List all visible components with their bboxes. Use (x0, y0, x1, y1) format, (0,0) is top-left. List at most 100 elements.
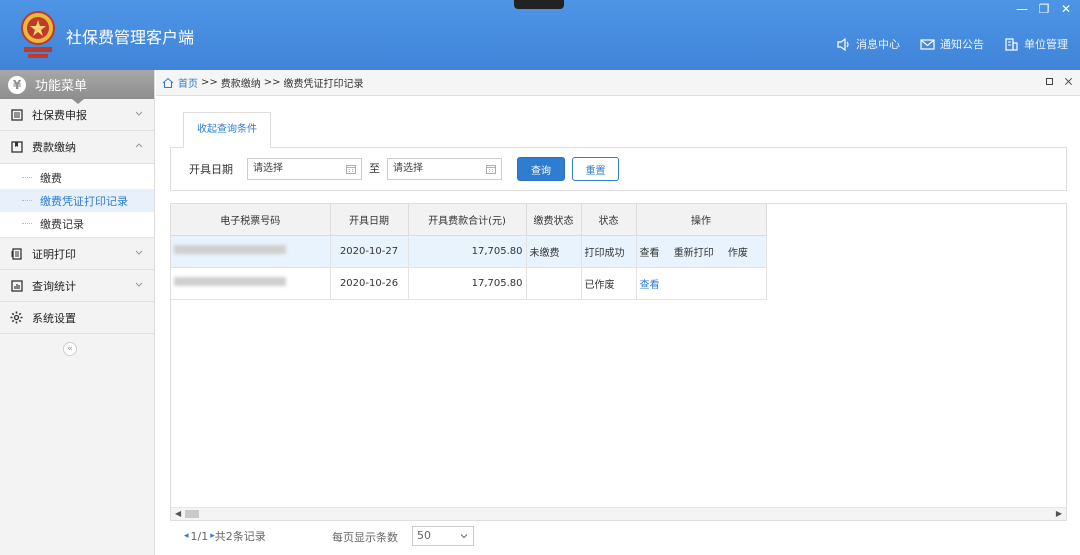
redacted-ticket-number (174, 245, 286, 254)
to-label: 至 (369, 162, 380, 175)
status-cell: 已作废 (581, 267, 637, 300)
chevron-down-icon (135, 250, 143, 255)
notice-label: 通知公告 (940, 38, 984, 51)
column-header: 状态 (581, 204, 637, 236)
collapse-sidebar-button[interactable]: « (63, 342, 77, 356)
status-cell: 打印成功 (581, 235, 637, 268)
sidebar-subitem-payment-records[interactable]: 缴费记录 (0, 212, 154, 235)
building-icon (1005, 37, 1018, 51)
reset-button[interactable]: 重置 (572, 157, 619, 181)
sidebar-item-system-settings[interactable]: 系统设置 (0, 302, 154, 334)
breadcrumb-item-payment: 费款缴纳 (220, 79, 261, 90)
scroll-left-arrow[interactable]: ◀ (175, 509, 181, 518)
main-content: 首页 >> 费款缴纳 >> 缴费凭证打印记录 收起查询条件 开具日期 请选择 至… (156, 70, 1080, 555)
function-menu-header: ¥ 功能菜单 (0, 70, 154, 104)
payment-submenu: 缴费 缴费凭证打印记录 缴费记录 (0, 163, 154, 238)
page-indicator: 1/1 (190, 529, 209, 543)
window-controls: — ❐ ✕ (1016, 2, 1072, 16)
horizontal-scrollbar[interactable]: ◀ ▶ (171, 507, 1066, 520)
sidebar: ¥ 功能菜单 社保费申报 费款缴纳 缴费 缴费凭证打印记录 缴费记录 证明打印 … (0, 70, 155, 555)
tax-emblem-logo (21, 11, 55, 58)
issue-date-label: 开具日期 (189, 163, 233, 176)
document-icon (10, 247, 23, 260)
pagination: ◂ 1/1 ▸ 共2条记录 (184, 528, 266, 544)
message-center-link[interactable]: 消息中心 (836, 36, 900, 52)
actions-cell: 查看 (636, 267, 767, 300)
prev-page-button[interactable]: ◂ (184, 531, 189, 541)
view-link[interactable]: 查看 (640, 248, 660, 259)
yen-icon: ¥ (8, 75, 26, 94)
calendar-icon (486, 165, 496, 174)
scrollbar-thumb[interactable] (185, 510, 199, 518)
amount-cell: 17,705.80 (408, 267, 527, 300)
void-link[interactable]: 作废 (728, 248, 748, 259)
per-page-label: 每页显示条数 (332, 531, 398, 544)
per-page-select[interactable]: 50 (412, 526, 474, 546)
view-link[interactable]: 查看 (640, 280, 660, 291)
sidebar-item-label: 系统设置 (32, 311, 76, 325)
app-header: 社保费管理客户端 — ❐ ✕ 消息中心 通知公告 单位管理 (0, 0, 1080, 70)
start-date-input[interactable]: 请选择 (247, 158, 362, 180)
sidebar-item-declaration[interactable]: 社保费申报 (0, 99, 154, 131)
sidebar-subitem-pay[interactable]: 缴费 (0, 166, 154, 189)
scroll-right-arrow[interactable]: ▶ (1056, 509, 1062, 518)
breadcrumb-item-current: 缴费凭证打印记录 (283, 79, 364, 90)
ticket-number-cell (171, 267, 331, 300)
sidebar-item-label: 证明打印 (32, 247, 76, 261)
breadcrumb: 首页 >> 费款缴纳 >> 缴费凭证打印记录 (156, 70, 1080, 96)
home-icon (162, 77, 174, 88)
maximize-panel-icon[interactable] (1046, 78, 1053, 85)
payment-status-cell: 未缴费 (526, 235, 582, 268)
search-button[interactable]: 查询 (517, 157, 565, 181)
start-date-placeholder: 请选择 (253, 163, 283, 174)
column-header: 开具日期 (330, 204, 409, 236)
sidebar-item-payment[interactable]: 费款缴纳 (0, 131, 154, 163)
column-header: 缴费状态 (526, 204, 582, 236)
close-panel-icon[interactable] (1065, 78, 1072, 85)
sidebar-item-label: 社保费申报 (32, 108, 87, 122)
breadcrumb-separator: >> (263, 77, 281, 88)
panel-controls (1046, 78, 1072, 85)
sidebar-item-label: 查询统计 (32, 279, 76, 293)
end-date-input[interactable]: 请选择 (387, 158, 502, 180)
sidebar-collapse: « (0, 334, 155, 364)
end-date-placeholder: 请选择 (393, 163, 423, 174)
unit-management-link[interactable]: 单位管理 (1004, 36, 1068, 52)
redacted-ticket-number (174, 277, 286, 286)
mail-icon (920, 38, 935, 50)
toggle-query-tab[interactable]: 收起查询条件 (183, 112, 271, 148)
app-title: 社保费管理客户端 (66, 28, 195, 47)
actions-cell: 查看 重新打印 作废 (636, 235, 767, 268)
calendar-icon (346, 165, 356, 174)
breadcrumb-home[interactable]: 首页 (178, 75, 198, 90)
breadcrumb-separator: >> (201, 77, 218, 88)
column-header: 电子税票号码 (171, 204, 331, 236)
sidebar-item-certificate-print[interactable]: 证明打印 (0, 238, 154, 270)
sidebar-subitem-receipt-print-records[interactable]: 缴费凭证打印记录 (0, 189, 154, 212)
minimize-button[interactable]: — (1016, 2, 1028, 16)
close-button[interactable]: ✕ (1060, 2, 1072, 16)
ticket-number-cell (171, 235, 331, 268)
speaker-icon (837, 37, 849, 51)
message-center-label: 消息中心 (856, 38, 900, 51)
function-menu-title: 功能菜单 (35, 79, 88, 94)
restore-button[interactable]: ❐ (1038, 2, 1050, 16)
amount-cell: 17,705.80 (408, 235, 527, 268)
table-row[interactable]: 2020-10-26 17,705.80 已作废 查看 (171, 267, 767, 300)
issue-date-cell: 2020-10-26 (330, 267, 409, 300)
table-header-row: 电子税票号码 开具日期 开具费款合计(元) 缴费状态 状态 操作 (171, 204, 767, 236)
list-icon (10, 108, 23, 121)
reprint-link[interactable]: 重新打印 (674, 248, 714, 259)
gear-icon (10, 311, 23, 324)
payment-status-cell (526, 267, 582, 300)
table-row[interactable]: 2020-10-27 17,705.80 未缴费 打印成功 查看 重新打印 作废 (171, 235, 767, 268)
chart-icon (10, 279, 23, 292)
notice-link[interactable]: 通知公告 (920, 36, 984, 52)
sidebar-item-query-statistics[interactable]: 查询统计 (0, 270, 154, 302)
unit-management-label: 单位管理 (1024, 38, 1068, 51)
query-panel: 开具日期 请选择 至 请选择 查询 重置 (170, 147, 1067, 191)
records-table: 电子税票号码 开具日期 开具费款合计(元) 缴费状态 状态 操作 2020-10… (170, 203, 1067, 521)
issue-date-cell: 2020-10-27 (330, 235, 409, 268)
camera-notch (514, 0, 564, 9)
column-header: 开具费款合计(元) (408, 204, 527, 236)
